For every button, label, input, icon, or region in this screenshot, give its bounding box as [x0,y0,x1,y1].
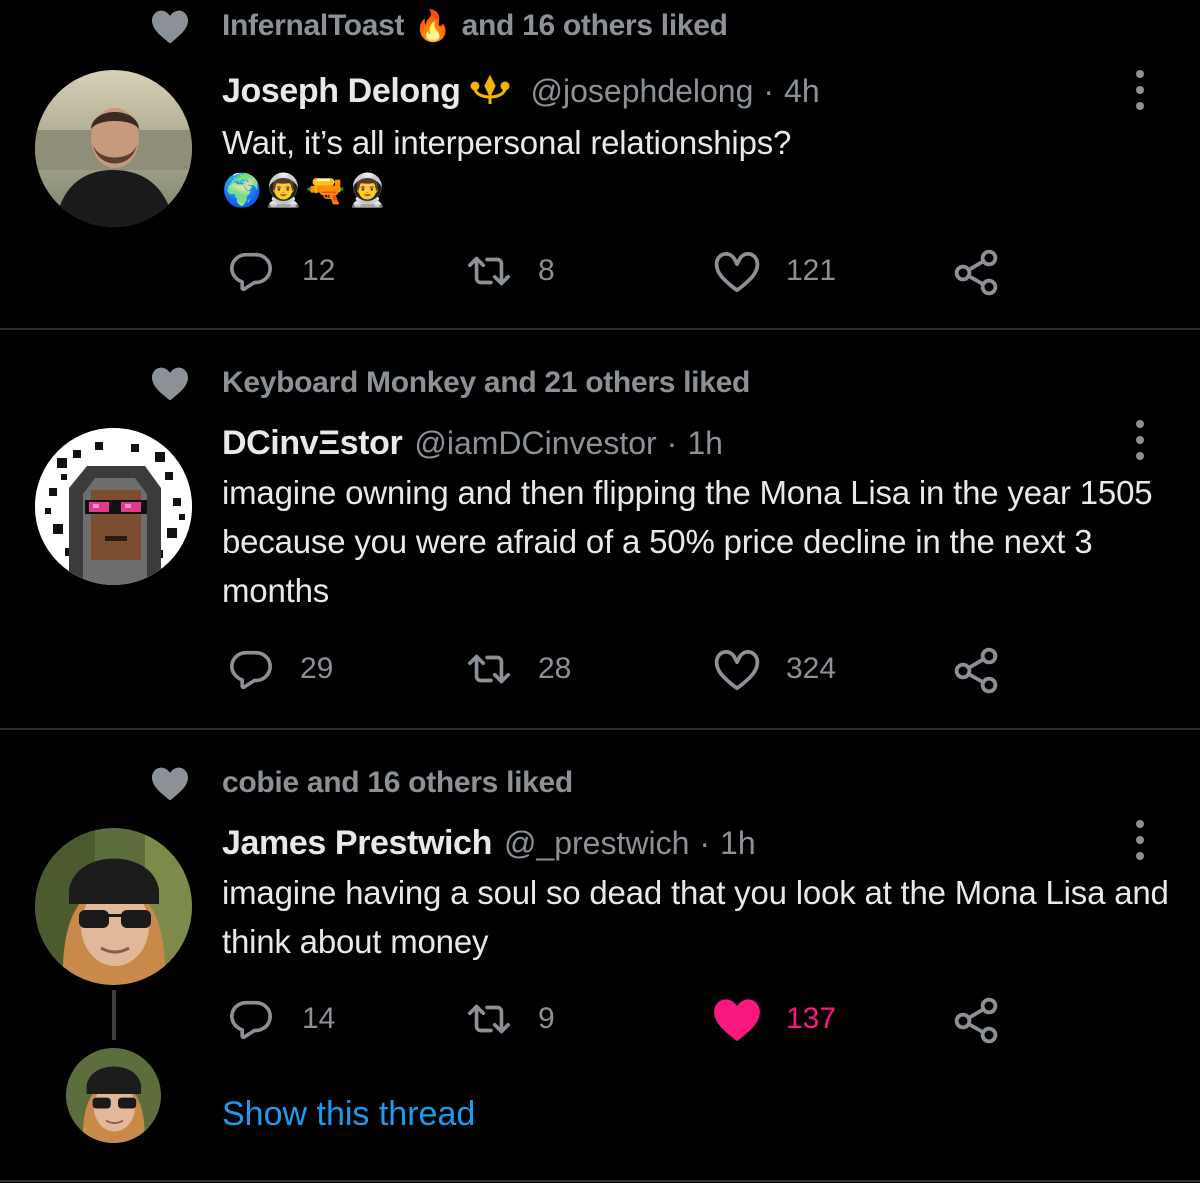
social-context: Keyboard Monkey and 21 others liked [150,365,750,401]
tweet-1[interactable]: InfernalToast 🔥 and 16 others liked Jose… [0,0,1200,330]
social-context-text[interactable]: Keyboard Monkey and 21 others liked [222,366,750,400]
action-bar: 14 9 137 [228,996,1028,1046]
reply-icon [228,248,274,294]
author-name[interactable]: DCinvΞstor [222,424,403,463]
separator-dot: · [699,824,711,861]
author-handle[interactable]: @josephdelong [531,73,754,110]
retweet-icon [464,248,514,294]
action-bar: 12 8 121 [228,248,1028,298]
social-context-user[interactable]: InfernalToast [222,9,405,43]
like-button[interactable]: 324 [712,646,836,692]
tweet-emoji-line: 🌍👨‍🚀🔫👨‍🚀 [222,172,390,208]
share-icon [952,646,1000,694]
share-button[interactable] [952,996,1000,1044]
social-context: cobie and 16 others liked [150,765,573,801]
retweet-button[interactable]: 9 [464,996,555,1042]
share-button[interactable] [952,248,1000,296]
retweet-icon [464,646,514,692]
reply-button[interactable]: 12 [228,248,335,294]
retweet-count: 9 [538,1002,555,1035]
reply-icon [228,646,274,692]
reply-icon [228,996,274,1042]
tweet-text: Wait, it’s all interpersonal relationshi… [222,124,792,161]
author-handle[interactable]: @iamDCinvestor [414,425,656,462]
retweet-count: 28 [538,652,572,685]
timestamp[interactable]: 4h [784,73,820,110]
tweet-text: imagine having a soul so dead that you l… [222,874,1169,960]
avatar[interactable] [35,828,192,985]
like-count: 121 [786,254,837,287]
timestamp[interactable]: 1h [720,825,756,862]
reply-count: 12 [302,254,336,287]
badge-icon [470,74,509,104]
share-icon [952,248,1000,296]
share-button[interactable] [952,646,1000,694]
retweet-button[interactable]: 28 [464,646,571,692]
action-bar: 29 28 324 [228,646,1028,696]
author-handle[interactable]: @_prestwich [504,825,689,862]
author-name[interactable]: James Prestwich [222,824,492,863]
reply-button[interactable]: 29 [228,646,333,692]
share-icon [952,996,1000,1044]
heart-outline-icon [712,646,762,692]
like-count: 137 [786,1002,837,1035]
tweet-3[interactable]: cobie and 16 others liked James Prestwic… [0,730,1200,1183]
more-options-icon[interactable] [1128,418,1152,462]
heart-filled-icon [712,996,762,1042]
separator-dot: · [763,72,775,109]
heart-icon [150,765,190,801]
retweet-count: 8 [538,254,555,287]
divider [0,1180,1200,1182]
tweet-text: imagine owning and then flipping the Mon… [222,474,1153,609]
reply-count: 29 [300,652,334,685]
show-thread-link[interactable]: Show this thread [222,1095,475,1134]
thread-connector-line [112,990,116,1040]
reply-count: 14 [302,1002,336,1035]
retweet-button[interactable]: 8 [464,248,555,294]
heart-outline-icon [712,248,762,294]
like-button[interactable]: 121 [712,248,836,294]
social-context-text: and 16 others liked [461,9,728,42]
like-button[interactable]: 137 [712,996,836,1042]
social-context: InfernalToast 🔥 and 16 others liked [150,8,728,44]
like-count: 324 [786,652,837,685]
social-context-text[interactable]: cobie and 16 others liked [222,766,573,800]
avatar[interactable] [35,70,192,227]
more-options-icon[interactable] [1128,818,1152,862]
retweet-icon [464,996,514,1042]
heart-icon [150,365,190,401]
more-options-icon[interactable] [1128,68,1152,112]
author-name[interactable]: Joseph Delong [222,72,461,111]
heart-icon [150,8,190,44]
avatar[interactable] [35,428,192,585]
reply-button[interactable]: 14 [228,996,335,1042]
fire-emoji: 🔥 [414,9,452,43]
separator-dot: · [666,424,678,461]
thread-avatar[interactable] [66,1048,161,1143]
tweet-2[interactable]: Keyboard Monkey and 21 others liked DCin… [0,330,1200,730]
timestamp[interactable]: 1h [687,425,723,462]
